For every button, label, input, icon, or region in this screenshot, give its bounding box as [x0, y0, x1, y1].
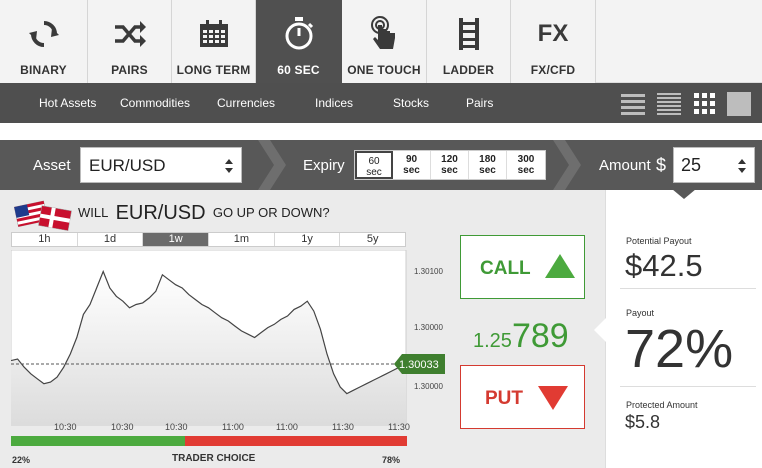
- range-1h[interactable]: 1h: [12, 233, 78, 246]
- view-dense-list-icon[interactable]: [657, 92, 681, 116]
- currency-symbol: $: [656, 155, 667, 175]
- tab-label: BINARY: [20, 63, 67, 77]
- nav-pairs[interactable]: Pairs: [466, 96, 493, 110]
- x-tick-label: 11:30: [332, 422, 354, 432]
- expiry-option-60[interactable]: 60 sec: [355, 151, 393, 179]
- range-1w[interactable]: 1w: [143, 233, 210, 246]
- nav-stocks[interactable]: Stocks: [393, 96, 429, 110]
- currency-flags-icon: [13, 200, 72, 231]
- view-list-icon[interactable]: [621, 92, 645, 116]
- nav-indices[interactable]: Indices: [315, 96, 353, 110]
- expiry-options: 60 sec 90 sec 120 sec 180 sec 300 sec: [354, 150, 546, 180]
- payout-value: 72%: [625, 319, 734, 379]
- product-tabs: BINARY PAIRS LONG TERM 60 SEC ONE TOUCH …: [0, 0, 762, 83]
- calendar-icon: [172, 16, 255, 52]
- pointer-notch: [672, 189, 696, 199]
- amount-select[interactable]: 25: [673, 147, 755, 183]
- nav-commodities[interactable]: Commodities: [120, 96, 190, 110]
- expiry-option-120[interactable]: 120 sec: [431, 151, 469, 179]
- chevron-right-icon: [553, 140, 581, 190]
- potential-payout-value: $42.5: [625, 248, 703, 283]
- nav-currencies[interactable]: Currencies: [217, 96, 275, 110]
- time-range-selector: 1h 1d 1w 1m 1y 5y: [11, 232, 406, 247]
- category-nav: Hot Assets Commodities Currencies Indice…: [0, 83, 762, 123]
- x-tick-label: 11:00: [222, 422, 244, 432]
- current-price-label: 1.30033: [399, 359, 439, 371]
- x-tick-label: 11:00: [276, 422, 298, 432]
- divider: [620, 386, 756, 387]
- protected-amount-value: $5.8: [625, 412, 661, 432]
- x-tick-label: 10:30: [111, 422, 134, 432]
- tab-label: LADDER: [442, 63, 495, 77]
- arrow-up-icon: [545, 254, 575, 278]
- stopwatch-icon: [256, 16, 341, 52]
- arrow-down-icon: [538, 386, 568, 410]
- put-button[interactable]: PUT: [460, 365, 585, 429]
- x-tick-label: 11:30: [388, 422, 410, 432]
- price-chart: 1.30033 10:30 10:30 10:30 11:00 11:00 11:30 11…: [11, 250, 445, 432]
- nav-hot-assets[interactable]: Hot Assets: [39, 96, 96, 110]
- trader-choice-label: TRADER CHOICE: [172, 453, 256, 464]
- ladder-icon: [427, 16, 510, 52]
- y-tick-label: 1.30000: [414, 382, 443, 391]
- put-label: PUT: [485, 388, 523, 409]
- y-tick-label: 1.30100: [414, 267, 443, 276]
- asset-label: Asset: [33, 157, 71, 174]
- fx-icon: FX: [537, 20, 569, 47]
- x-tick-label: 10:30: [165, 422, 188, 432]
- touch-hand-icon: [342, 16, 426, 52]
- put-sentiment-fill: [185, 436, 407, 446]
- tab-long-term[interactable]: LONG TERM: [172, 0, 256, 83]
- amount-value: 25: [681, 155, 702, 175]
- y-tick-label: 1.30000: [414, 323, 443, 332]
- tab-label: 60 SEC: [277, 63, 320, 77]
- shuffle-icon: [88, 16, 171, 52]
- refresh-icon: [0, 16, 87, 52]
- amount-label: Amount: [599, 157, 651, 174]
- tab-label: ONE TOUCH: [347, 63, 421, 77]
- range-1d[interactable]: 1d: [78, 233, 144, 246]
- tab-label: PAIRS: [111, 63, 148, 77]
- current-price: 1.25789: [473, 317, 569, 355]
- tab-label: FX/CFD: [530, 63, 576, 77]
- divider: [620, 288, 756, 289]
- tab-binary[interactable]: BINARY: [0, 0, 88, 83]
- put-sentiment-percent: 78%: [382, 455, 401, 465]
- range-5y[interactable]: 5y: [340, 233, 405, 246]
- up-down-arrows-icon: [225, 159, 233, 173]
- expiry-label: Expiry: [303, 157, 345, 174]
- asset-value: EUR/USD: [89, 156, 166, 175]
- tab-ladder[interactable]: LADDER: [427, 0, 511, 83]
- expiry-option-90[interactable]: 90 sec: [393, 151, 431, 179]
- call-sentiment-percent: 22%: [12, 455, 31, 465]
- call-label: CALL: [480, 258, 531, 279]
- tab-60-sec[interactable]: 60 SEC: [256, 0, 342, 83]
- range-1m[interactable]: 1m: [209, 233, 275, 246]
- pointer-notch: [594, 318, 606, 342]
- tab-label: LONG TERM: [176, 63, 251, 77]
- view-tile-icon[interactable]: [727, 92, 751, 116]
- call-sentiment-fill: [11, 436, 185, 446]
- payout-panel: Potential Payout $42.5 Payout 72% Protec…: [594, 189, 762, 468]
- tab-pairs[interactable]: PAIRS: [88, 0, 172, 83]
- tab-one-touch[interactable]: ONE TOUCH: [342, 0, 427, 83]
- potential-payout-label: Potential Payout: [626, 236, 692, 246]
- view-grid-icon[interactable]: [693, 92, 717, 116]
- x-tick-label: 10:30: [54, 422, 77, 432]
- expiry-option-300[interactable]: 300 sec: [507, 151, 545, 179]
- call-button[interactable]: CALL: [460, 235, 585, 299]
- tab-fx-cfd[interactable]: FX FX/CFD: [511, 0, 596, 83]
- chevron-right-icon: [258, 140, 286, 190]
- payout-label: Payout: [626, 308, 655, 318]
- trade-question: WILL EUR/USD GO UP OR DOWN?: [78, 202, 330, 224]
- up-down-arrows-icon: [738, 159, 746, 173]
- trader-choice-bar: [11, 436, 407, 446]
- range-1y[interactable]: 1y: [275, 233, 341, 246]
- question-pair: EUR/USD: [115, 202, 206, 224]
- asset-select[interactable]: EUR/USD: [80, 147, 242, 183]
- protected-amount-label: Protected Amount: [626, 400, 698, 410]
- expiry-option-180[interactable]: 180 sec: [469, 151, 507, 179]
